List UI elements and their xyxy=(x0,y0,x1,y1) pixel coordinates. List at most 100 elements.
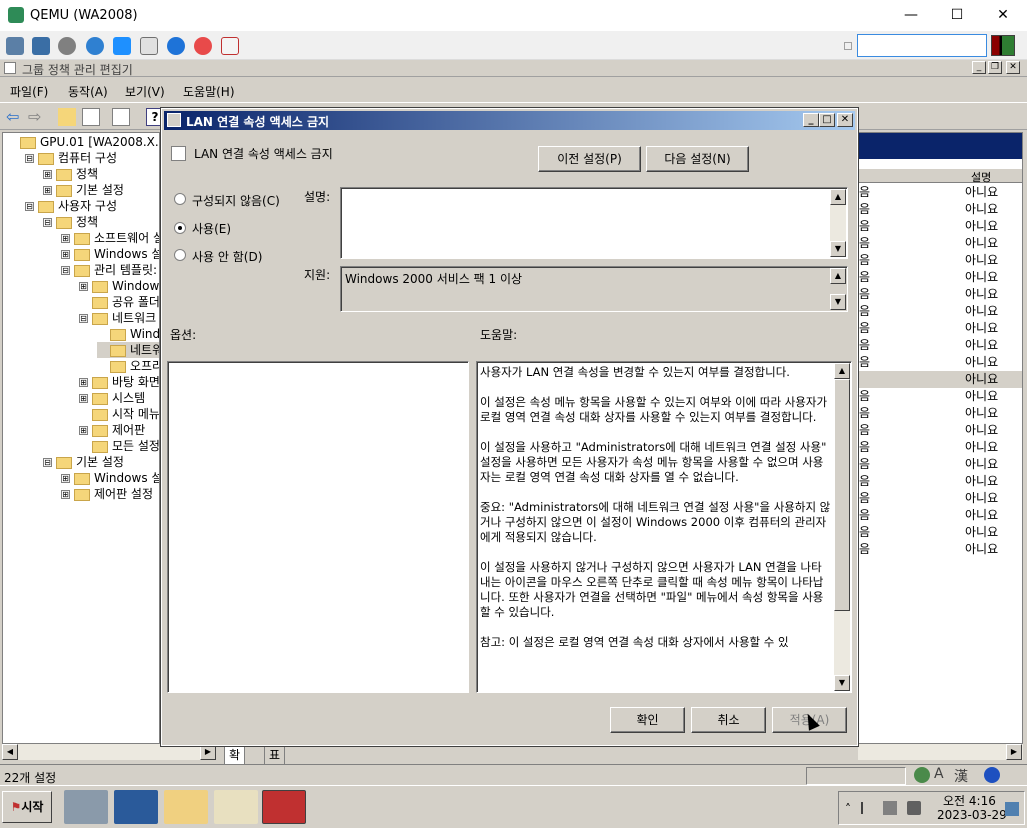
mmc-restore-button[interactable]: ❐ xyxy=(988,61,1002,74)
up-folder-icon[interactable] xyxy=(58,108,76,126)
tree-item[interactable]: ⊞ 바탕 화면 xyxy=(79,374,159,390)
list-item[interactable]: 음 아니요 xyxy=(859,541,1022,558)
tree-expander-icon[interactable]: ⊟ xyxy=(25,154,34,163)
flag-icon[interactable] xyxy=(861,802,873,814)
help-scroll-down-button[interactable]: ▼ xyxy=(834,675,850,691)
help-pane[interactable]: 사용자가 LAN 연결 속성을 변경할 수 있는지 여부를 결정합니다. 이 설… xyxy=(476,361,852,693)
list-item[interactable]: 음 아니요 xyxy=(859,388,1022,405)
radio-enabled-label[interactable]: 사용(E) xyxy=(192,220,231,237)
tree-item[interactable]: ⊟ 컴퓨터 구성 xyxy=(25,150,117,166)
tree-item[interactable]: ⊞ 제어판 xyxy=(79,422,145,438)
powershell-icon[interactable] xyxy=(114,790,158,824)
tree-expander-icon[interactable]: ⊞ xyxy=(79,378,88,387)
ime-icon[interactable] xyxy=(914,767,930,783)
dialog-close-button[interactable]: ✕ xyxy=(837,113,853,127)
cancel-button[interactable]: 취소 xyxy=(691,707,766,733)
tree-item[interactable]: ⊞ 시스템 xyxy=(79,390,145,406)
server-manager-icon[interactable] xyxy=(64,790,108,824)
tree-item[interactable]: 모든 설정 xyxy=(79,438,159,454)
tree-item[interactable]: ⊟ 사용자 구성 xyxy=(25,198,117,214)
tree-item[interactable]: 네트워크 xyxy=(97,342,159,358)
close-button[interactable]: ✕ xyxy=(980,0,1026,31)
help-scrollbar[interactable]: ▲ ▼ xyxy=(834,363,850,691)
list-item[interactable]: 음 아니요 xyxy=(859,303,1022,320)
radio-disabled-label[interactable]: 사용 안 함(D) xyxy=(192,248,262,265)
tree-item[interactable]: ⊟ 정책 xyxy=(43,214,98,230)
tree-item[interactable]: ⊞ 제어판 설정 xyxy=(61,486,153,502)
tree-expander-icon[interactable]: ⊞ xyxy=(79,426,88,435)
ime-mode-han-icon[interactable]: 漢 xyxy=(954,766,968,786)
tree-expander-icon[interactable]: ⊟ xyxy=(25,202,34,211)
fullscreen-icon[interactable] xyxy=(32,37,50,55)
comment-scroll-down-button[interactable]: ▼ xyxy=(830,241,846,257)
help-scroll-thumb[interactable] xyxy=(834,379,850,611)
list-item[interactable]: 음 아니요 xyxy=(859,473,1022,490)
tree-item[interactable]: Windov xyxy=(97,326,159,342)
list-item[interactable]: 음 아니요 xyxy=(859,184,1022,201)
tree-item[interactable]: ⊟ 네트워크 xyxy=(79,310,156,326)
tree-item[interactable]: 오프라인 xyxy=(97,358,159,374)
list-item[interactable]: 음 아니요 xyxy=(859,252,1022,269)
minimize-button[interactable]: — xyxy=(888,0,934,31)
console-tree[interactable]: GPU.01 [WA2008.X.CON ⊟ 컴퓨터 구성 ⊞ 정책 ⊞ 기본 설정 ⊟ 사용자… xyxy=(2,132,160,744)
column-header[interactable]: 설명 xyxy=(859,169,1022,185)
host-search-input[interactable] xyxy=(857,34,987,57)
column-header-description[interactable]: 설명 xyxy=(971,169,991,185)
menu-view[interactable]: 보기(V) xyxy=(125,83,165,100)
network-icon[interactable] xyxy=(883,801,897,815)
tree-expander-icon[interactable]: ⊞ xyxy=(61,490,70,499)
tree-item[interactable]: ⊟ 관리 템플릿: 로 xyxy=(61,262,159,278)
volume-icon[interactable] xyxy=(907,801,921,815)
maximize-button[interactable]: ☐ xyxy=(934,0,980,31)
previous-setting-button[interactable]: 이전 설정(P) xyxy=(538,146,641,172)
tree-expander-icon[interactable]: ⊟ xyxy=(79,314,88,323)
comment-textbox[interactable]: ▲ ▼ xyxy=(340,187,848,259)
settings-icon[interactable] xyxy=(6,37,24,55)
tree-item[interactable]: ⊞ 정책 xyxy=(43,166,98,182)
ime-mode-a-icon[interactable]: A xyxy=(934,766,944,782)
mmc-close-button[interactable]: ✕ xyxy=(1006,61,1020,74)
comment-scrollbar[interactable]: ▲ ▼ xyxy=(830,189,846,257)
list-item[interactable]: 음 아니요 xyxy=(859,422,1022,439)
tree-expander-icon[interactable]: ⊞ xyxy=(79,282,88,291)
tree-item[interactable]: ⊞ 소프트웨어 설 xyxy=(61,230,159,246)
refresh-icon[interactable] xyxy=(86,37,104,55)
radio-enabled[interactable] xyxy=(174,222,186,234)
tree-expander-icon[interactable]: ⊟ xyxy=(61,266,70,275)
tree-expander-icon[interactable]: ⊟ xyxy=(43,458,52,467)
list-item[interactable]: 음 아니요 xyxy=(859,490,1022,507)
help-scroll-up-button[interactable]: ▲ xyxy=(834,363,850,379)
tree-expander-icon[interactable]: ⊞ xyxy=(61,474,70,483)
back-arrow-icon[interactable]: ⇦ xyxy=(6,108,24,126)
info-icon[interactable] xyxy=(167,37,185,55)
supported-scroll-down-button[interactable]: ▼ xyxy=(830,294,846,310)
show-tree-icon[interactable] xyxy=(82,108,100,126)
radio-not-configured[interactable] xyxy=(174,193,186,205)
tree-item[interactable]: 시작 메뉴 xyxy=(79,406,159,422)
menu-file[interactable]: 파일(F) xyxy=(10,83,48,100)
list-item[interactable]: 음 아니요 xyxy=(859,456,1022,473)
notepad-icon[interactable] xyxy=(214,790,258,824)
tree-item[interactable]: ⊞ Windows xyxy=(79,278,159,294)
list-scroll-right-button[interactable]: ▶ xyxy=(1006,744,1022,760)
radio-disabled[interactable] xyxy=(174,249,186,261)
supported-scroll-up-button[interactable]: ▲ xyxy=(830,268,846,284)
tree-item[interactable]: ⊞ 기본 설정 xyxy=(43,182,124,198)
list-item[interactable]: 음 아니요 xyxy=(859,235,1022,252)
tree-item[interactable]: GPU.01 [WA2008.X.CON xyxy=(7,134,159,150)
clock-date[interactable]: 2023-03-29 xyxy=(937,808,1007,822)
export-icon[interactable] xyxy=(112,108,130,126)
list-item[interactable]: 음 아니요 xyxy=(859,354,1022,371)
windows-icon[interactable] xyxy=(113,37,131,55)
settings-list[interactable]: 설명 음 아니요 음 아니요 음 아니요 음 아니요 음 아니요 음 아니요 음 아니요 음 아니요 음 아니요 음… xyxy=(858,132,1023,744)
scroll-right-button[interactable]: ▶ xyxy=(200,744,216,760)
next-setting-button[interactable]: 다음 설정(N) xyxy=(646,146,749,172)
dialog-minimize-button[interactable]: _ xyxy=(803,113,819,127)
toolbox-icon[interactable] xyxy=(262,790,306,824)
list-item[interactable]: 아니요 xyxy=(859,371,1022,388)
radio-not-configured-label[interactable]: 구성되지 않음(C) xyxy=(192,192,280,209)
tree-expander-icon[interactable]: ⊞ xyxy=(43,170,52,179)
start-button[interactable]: ⚑시작 xyxy=(2,791,52,823)
list-item[interactable]: 음 아니요 xyxy=(859,269,1022,286)
comment-scroll-up-button[interactable]: ▲ xyxy=(830,189,846,205)
